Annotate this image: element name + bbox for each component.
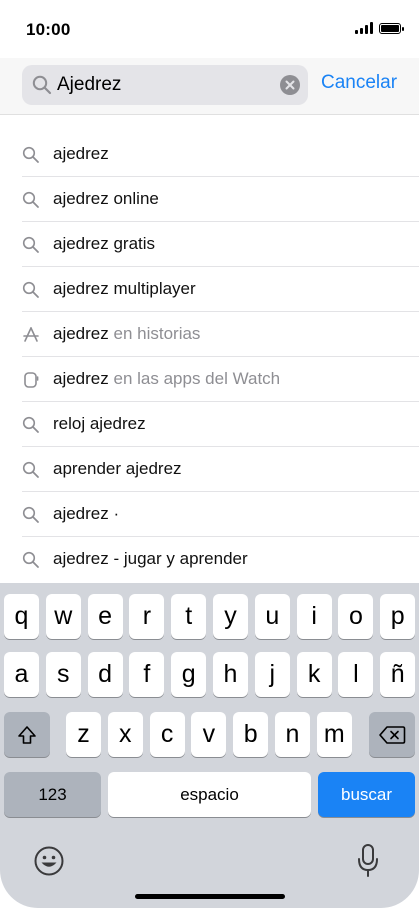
status-time: 10:00 — [26, 20, 71, 39]
delete-icon — [379, 725, 406, 744]
numbers-key[interactable]: 123 — [4, 772, 101, 817]
key-b[interactable]: b — [233, 712, 269, 757]
keyboard: q w e r t y u i o p a s d f g h j k l ñ z x c v b n m 123 espacio bus… — [0, 583, 419, 908]
key-d[interactable]: d — [87, 652, 123, 697]
key-n[interactable]: n — [275, 712, 310, 757]
suggestion-text: ajedrez - jugar y aprender — [53, 549, 248, 568]
suggestion-item[interactable]: ajedrez gratis — [0, 222, 419, 267]
key-u[interactable]: u — [254, 594, 290, 639]
suggestion-text: ajedrez — [53, 369, 109, 388]
signal-icon — [355, 22, 373, 34]
home-indicator[interactable] — [135, 894, 285, 899]
search-header: Cancelar — [0, 58, 419, 115]
suggestion-text: reloj ajedrez — [53, 414, 146, 433]
key-e[interactable]: e — [87, 594, 123, 639]
key-s[interactable]: s — [45, 652, 81, 697]
notch — [112, 0, 307, 38]
microphone-icon[interactable] — [356, 843, 380, 879]
suggestion-item[interactable]: ajedrez en historias — [0, 312, 419, 357]
search-icon — [32, 75, 52, 95]
space-key[interactable]: espacio — [108, 772, 311, 817]
search-icon — [22, 461, 40, 479]
key-h[interactable]: h — [213, 652, 248, 697]
suggestion-context: en historias — [108, 324, 201, 343]
suggestion-item[interactable]: ajedrez · — [0, 492, 419, 537]
key-k[interactable]: k — [296, 652, 332, 697]
close-icon — [285, 80, 295, 90]
key-o[interactable]: o — [338, 594, 374, 639]
suggestion-item[interactable]: ajedrez multiplayer — [0, 267, 419, 312]
key-w[interactable]: w — [45, 594, 81, 639]
key-r[interactable]: r — [129, 594, 165, 639]
status-bar: 10:00 — [0, 0, 419, 58]
key-v[interactable]: v — [191, 712, 227, 757]
suggestion-text: ajedrez online — [53, 189, 159, 208]
suggestion-item[interactable]: reloj ajedrez — [0, 402, 419, 447]
search-icon — [22, 281, 40, 299]
search-input[interactable] — [57, 65, 262, 105]
suggestion-item[interactable]: ajedrez - jugar y aprender — [0, 537, 419, 582]
key-m[interactable]: m — [316, 712, 352, 757]
search-key[interactable]: buscar — [318, 772, 415, 817]
suggestion-text: ajedrez multiplayer — [53, 279, 196, 298]
key-a[interactable]: a — [4, 652, 39, 697]
suggestion-item[interactable]: aprender ajedrez — [0, 447, 419, 492]
battery-icon — [379, 22, 404, 34]
key-p[interactable]: p — [380, 594, 416, 639]
key-c[interactable]: c — [149, 712, 185, 757]
screen: 10:00 Cancelar ajedrezajedrez onlin — [0, 0, 419, 908]
search-icon — [22, 191, 40, 209]
search-icon — [22, 506, 40, 524]
shift-key[interactable] — [4, 712, 50, 757]
key-q[interactable]: q — [4, 594, 39, 639]
suggestion-text: ajedrez — [53, 144, 109, 163]
search-icon — [22, 416, 40, 434]
app-store-icon — [22, 326, 40, 344]
key-t[interactable]: t — [171, 594, 207, 639]
suggestion-context: en las apps del Watch — [108, 369, 281, 388]
key-f[interactable]: f — [129, 652, 165, 697]
suggestion-item[interactable]: ajedrez en las apps del Watch — [0, 357, 419, 402]
suggestion-text: ajedrez gratis — [53, 234, 156, 253]
clear-search-button[interactable] — [280, 75, 300, 95]
key-y[interactable]: y — [213, 594, 248, 639]
suggestions-list: ajedrez ajedrez online ajedrez gratis ajedr… — [0, 132, 419, 582]
key-ñ[interactable]: ñ — [380, 652, 416, 697]
key-g[interactable]: g — [171, 652, 207, 697]
delete-key[interactable] — [369, 712, 415, 757]
key-i[interactable]: i — [296, 594, 332, 639]
suggestion-text: aprender ajedrez — [53, 459, 182, 478]
key-x[interactable]: x — [107, 712, 143, 757]
suggestion-text: ajedrez · — [53, 504, 120, 523]
suggestion-item[interactable]: ajedrez — [0, 132, 419, 177]
search-icon — [22, 551, 40, 569]
suggestion-item[interactable]: ajedrez online — [0, 177, 419, 222]
emoji-icon[interactable] — [33, 845, 65, 877]
key-j[interactable]: j — [254, 652, 290, 697]
search-icon — [22, 236, 40, 254]
cancel-button[interactable]: Cancelar — [321, 72, 397, 94]
key-l[interactable]: l — [338, 652, 374, 697]
search-field[interactable] — [22, 65, 308, 105]
key-z[interactable]: z — [66, 712, 101, 757]
watch-icon — [22, 371, 40, 389]
shift-icon — [18, 725, 36, 744]
suggestion-text: ajedrez — [53, 324, 109, 343]
status-icons — [355, 22, 404, 34]
search-icon — [22, 146, 40, 164]
